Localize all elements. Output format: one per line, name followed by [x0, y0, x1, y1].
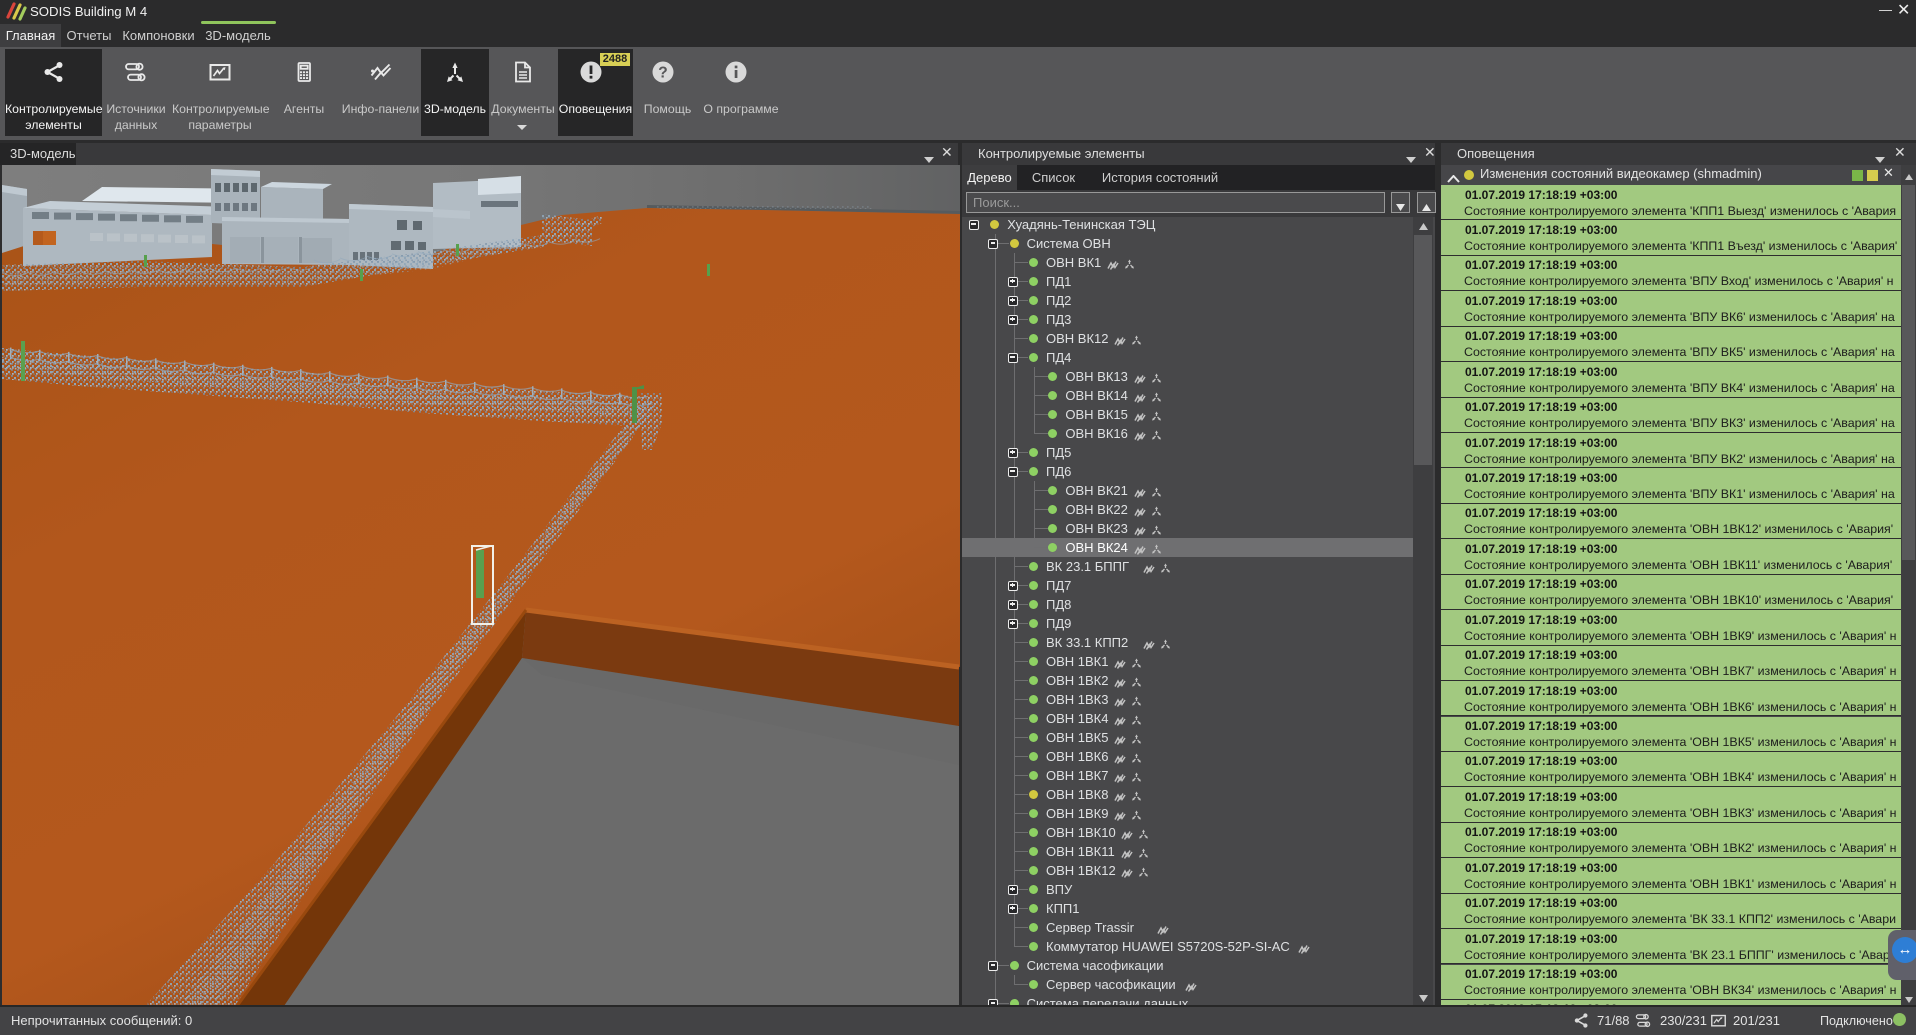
svg-text:?: ?	[658, 65, 667, 82]
